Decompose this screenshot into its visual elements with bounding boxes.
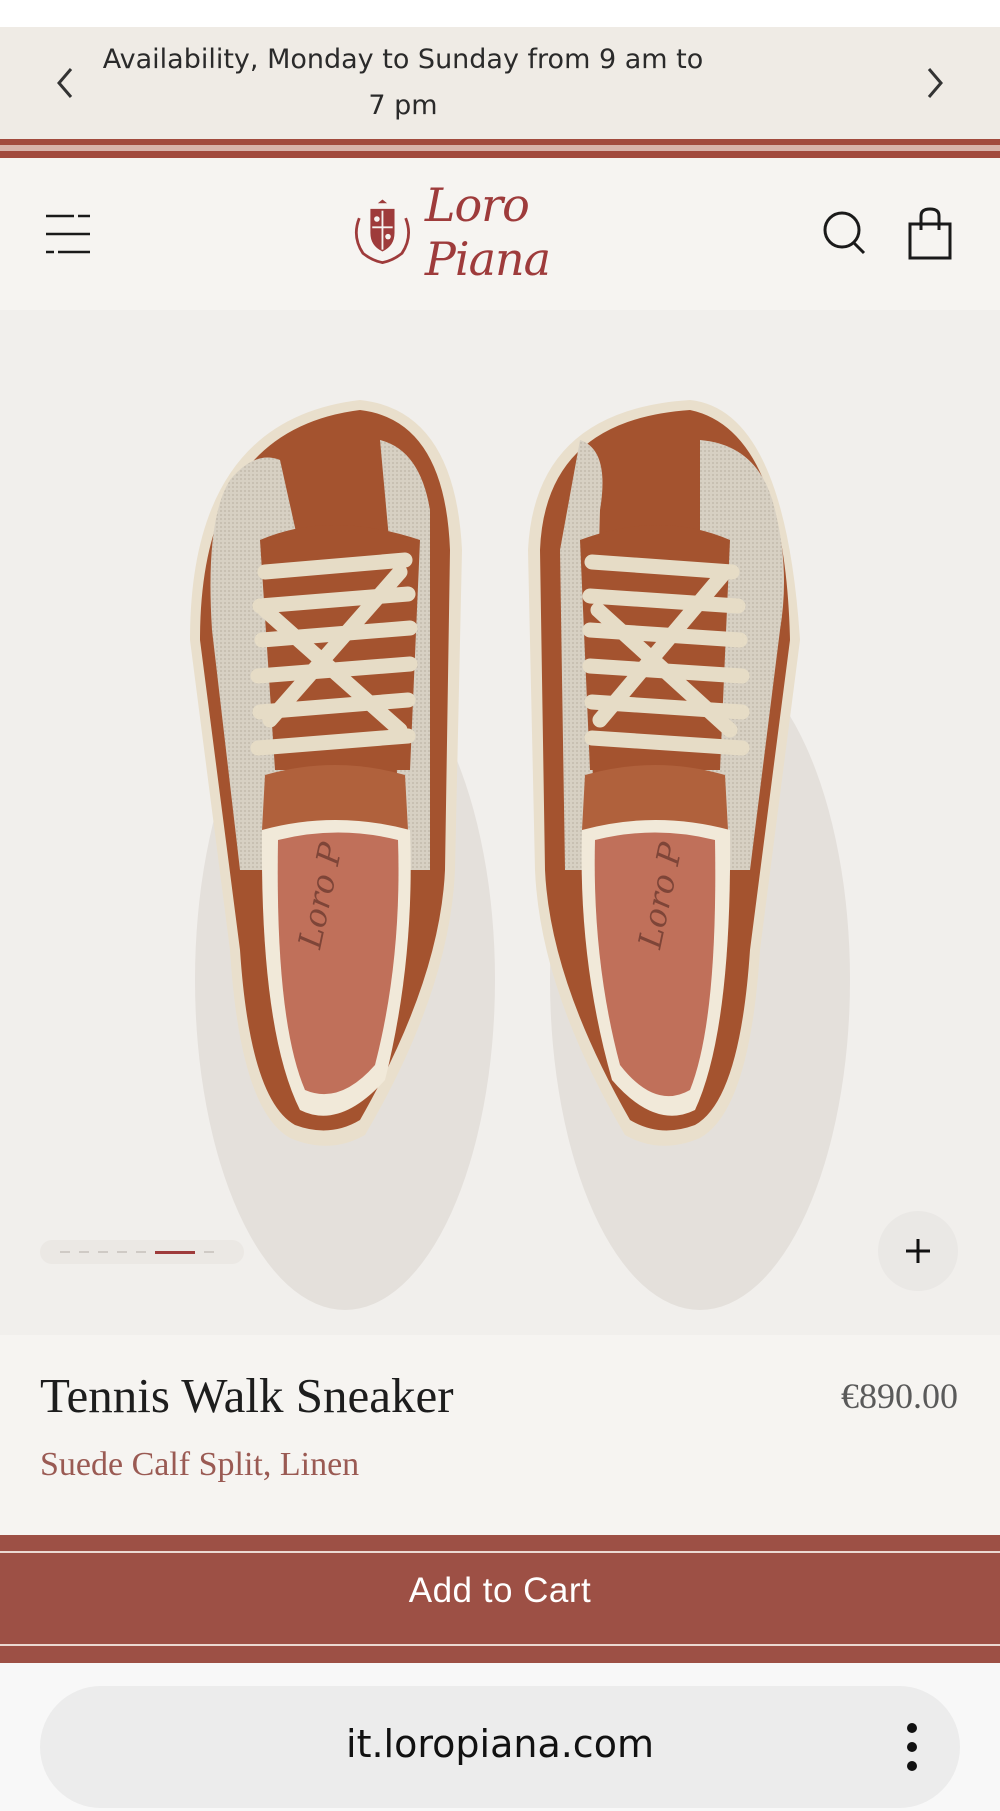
brand-logo[interactable]: Loro Piana <box>350 178 650 286</box>
status-area <box>0 0 1000 27</box>
product-image: Loro P Loro P <box>190 400 850 1310</box>
search-icon <box>823 211 866 255</box>
gallery-dot-active[interactable] <box>155 1250 195 1254</box>
cart-border-line <box>0 1644 1000 1646</box>
site-header: Loro Piana <box>0 158 1000 310</box>
chevron-right-icon <box>927 68 943 98</box>
crest-icon <box>354 199 410 265</box>
plus-icon <box>906 1239 930 1263</box>
product-material: Suede Calf Split, Linen <box>40 1446 360 1483</box>
gallery-dot[interactable] <box>98 1251 108 1253</box>
announcement-prev-button[interactable] <box>37 55 93 111</box>
hamburger-menu-icon <box>46 214 90 254</box>
product-image-gallery[interactable]: Loro P Loro P <box>0 310 1000 1335</box>
menu-button[interactable] <box>40 206 96 262</box>
product-title: Tennis Walk Sneaker <box>40 1368 454 1423</box>
search-button[interactable] <box>818 206 874 262</box>
url-text: it.loropiana.com <box>346 1722 654 1766</box>
zoom-button[interactable] <box>878 1211 958 1291</box>
gallery-dot[interactable] <box>136 1251 146 1253</box>
announcement-text: Availability, Monday to Sunday from 9 am… <box>100 37 706 129</box>
announcement-line-1: Availability, Monday to Sunday from 9 am… <box>102 44 704 75</box>
product-price: €890.00 <box>841 1376 958 1416</box>
gallery-pagination <box>40 1240 244 1264</box>
brand-name: Loro Piana <box>424 178 551 286</box>
shopping-bag-button[interactable] <box>902 206 958 262</box>
product-info: Tennis Walk Sneaker €890.00 Suede Calf S… <box>0 1335 1000 1535</box>
gallery-dot[interactable] <box>60 1251 70 1253</box>
gallery-dot[interactable] <box>79 1251 89 1253</box>
add-to-cart-button[interactable]: Add to Cart <box>0 1535 1000 1663</box>
browser-menu-button[interactable] <box>892 1714 932 1780</box>
announcement-line-2: 7 pm <box>368 90 438 121</box>
announcement-bar: Availability, Monday to Sunday from 9 am… <box>0 27 1000 139</box>
announcement-next-button[interactable] <box>907 55 963 111</box>
url-field[interactable]: it.loropiana.com <box>40 1686 960 1808</box>
shopping-bag-icon <box>908 207 952 260</box>
gallery-dot[interactable] <box>204 1251 214 1253</box>
gallery-dot[interactable] <box>117 1251 127 1253</box>
add-to-cart-label: Add to Cart <box>408 1571 592 1610</box>
more-vertical-icon <box>907 1723 917 1771</box>
chevron-left-icon <box>57 68 73 98</box>
divider-stripe <box>0 151 1000 158</box>
cart-border-line <box>0 1551 1000 1553</box>
browser-address-bar: it.loropiana.com <box>0 1663 1000 1811</box>
